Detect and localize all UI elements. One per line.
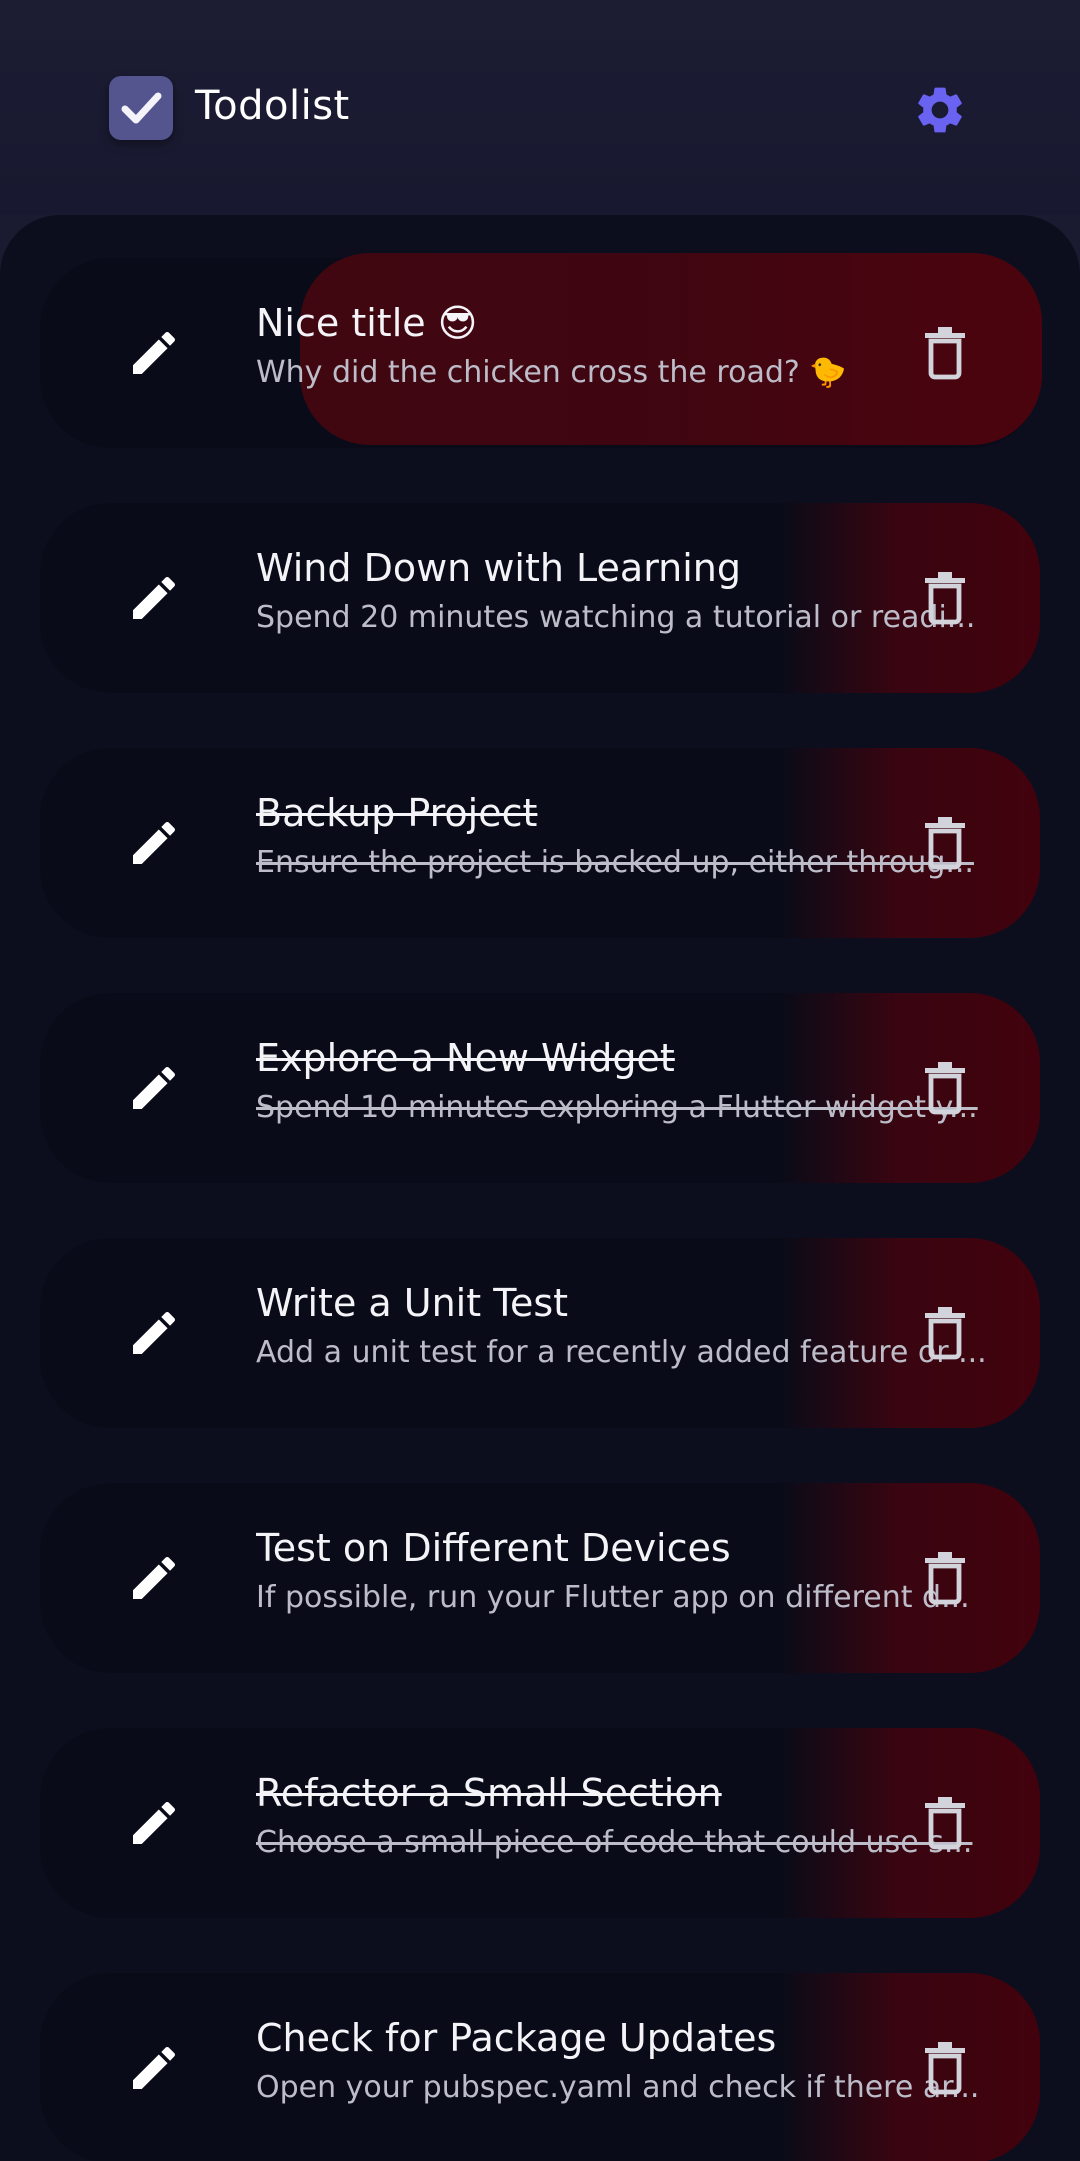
app-bar: Todolist (0, 0, 1080, 215)
task-text: Explore a New Widget Spend 10 minutes exp… (256, 1031, 1006, 1129)
task-description: Spend 10 minutes exploring a Flutter wid… (256, 1090, 978, 1125)
trash-icon[interactable] (910, 1543, 980, 1613)
task-item[interactable]: Explore a New Widget Spend 10 minutes exp… (40, 993, 1040, 1183)
task-item[interactable]: Write a Unit Test Add a unit test for a r… (40, 1238, 1040, 1428)
task-description: Spend 20 minutes watching a tutorial or … (256, 600, 976, 635)
trash-icon[interactable] (910, 1788, 980, 1858)
task-text: Refactor a Small Section Choose a small p… (256, 1766, 1006, 1864)
task-text: Wind Down with Learning Spend 20 minutes … (256, 541, 1006, 639)
pencil-icon[interactable] (120, 1054, 188, 1122)
task-title: Explore a New Widget (256, 1036, 675, 1080)
task-item[interactable]: Backup Project Ensure the project is back… (40, 748, 1040, 938)
task-list[interactable]: Nice title 😎 Why did the chicken cross th… (0, 215, 1080, 2161)
trash-icon[interactable] (910, 318, 980, 388)
app-title: Todolist (195, 83, 350, 129)
task-item[interactable]: Check for Package Updates Open your pubsp… (40, 1973, 1040, 2161)
task-text: Nice title 😎 Why did the chicken cross th… (256, 296, 1006, 394)
task-description: Ensure the project is backed up, either … (256, 845, 974, 880)
task-title: Nice title 😎 (256, 301, 478, 345)
pencil-icon[interactable] (120, 1299, 188, 1367)
pencil-icon[interactable] (120, 1544, 188, 1612)
task-item[interactable]: Nice title 😎 Why did the chicken cross th… (40, 253, 1042, 448)
gear-icon[interactable] (910, 80, 970, 140)
task-text: Backup Project Ensure the project is back… (256, 786, 1006, 884)
task-title: Check for Package Updates (256, 2016, 777, 2060)
pencil-icon[interactable] (120, 809, 188, 877)
trash-icon[interactable] (910, 2033, 980, 2103)
task-description: Why did the chicken cross the road? 🐤 (256, 355, 847, 390)
pencil-icon[interactable] (120, 319, 188, 387)
task-description: Open your pubspec.yaml and check if ther… (256, 2070, 980, 2105)
trash-icon[interactable] (910, 808, 980, 878)
task-item[interactable]: Refactor a Small Section Choose a small p… (40, 1728, 1040, 1918)
task-description: Choose a small piece of code that could … (256, 1825, 973, 1860)
task-text: Check for Package Updates Open your pubsp… (256, 2011, 1006, 2109)
task-text: Test on Different Devices If possible, ru… (256, 1521, 1006, 1619)
task-title: Backup Project (256, 791, 538, 835)
task-title: Refactor a Small Section (256, 1771, 722, 1815)
checkbox-checked-icon (109, 76, 173, 140)
trash-icon[interactable] (910, 1053, 980, 1123)
pencil-icon[interactable] (120, 2034, 188, 2102)
pencil-icon[interactable] (120, 1789, 188, 1857)
task-title: Wind Down with Learning (256, 546, 742, 590)
task-text: Write a Unit Test Add a unit test for a r… (256, 1276, 1006, 1374)
trash-icon[interactable] (910, 1298, 980, 1368)
trash-icon[interactable] (910, 563, 980, 633)
task-title: Test on Different Devices (256, 1526, 731, 1570)
task-description: If possible, run your Flutter app on dif… (256, 1580, 970, 1615)
pencil-icon[interactable] (120, 564, 188, 632)
task-item[interactable]: Test on Different Devices If possible, ru… (40, 1483, 1040, 1673)
task-item[interactable]: Wind Down with Learning Spend 20 minutes … (40, 503, 1040, 693)
task-title: Write a Unit Test (256, 1281, 569, 1325)
task-description: Add a unit test for a recently added fea… (256, 1335, 987, 1370)
